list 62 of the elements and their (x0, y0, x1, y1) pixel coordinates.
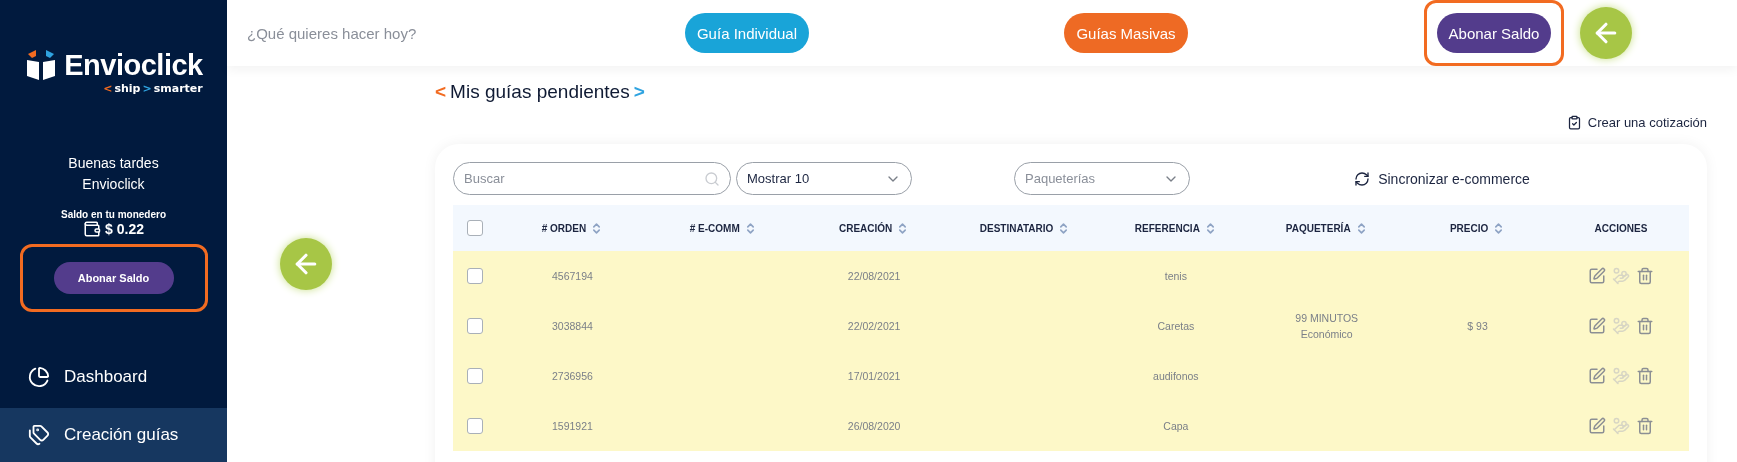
refresh-icon (1354, 170, 1371, 187)
checkbox[interactable] (467, 318, 483, 334)
search-icon (704, 170, 720, 187)
greeting-text: Buenas tardes (68, 154, 159, 173)
table-cell-text: Capa (1162, 419, 1190, 434)
table-cell-text: 99 MINUTOS Económico (1294, 311, 1360, 342)
title-bracket: < (435, 81, 447, 103)
column-header[interactable]: PAQUETERÍA (1251, 221, 1403, 235)
table-cell-text: tenis (1163, 269, 1188, 284)
logo-tagline: > (142, 82, 152, 95)
column-header[interactable]: REFERENCIA (1100, 221, 1252, 235)
title-bracket: > (633, 81, 645, 103)
trash-icon[interactable] (1636, 267, 1654, 285)
table-cell-text: 2736956 (550, 369, 594, 384)
wallet-amount: $ 0.22 (105, 221, 144, 237)
table-cell-text: 3038844 (550, 319, 594, 334)
table-cell-text: 22/02/2021 (846, 319, 902, 334)
nav-label: Creación guías (64, 424, 179, 445)
create-quote-link[interactable]: Crear una cotización (1566, 115, 1707, 130)
logo-tagline: ship (114, 82, 141, 95)
nav-label: Dashboard (64, 366, 148, 387)
table-cell-text: 17/01/2021 (846, 369, 902, 384)
trash-icon[interactable] (1636, 367, 1654, 385)
checkbox[interactable] (467, 268, 483, 284)
edit-icon[interactable] (1588, 367, 1606, 385)
wallet-label: Saldo en tu monedero (61, 209, 166, 220)
column-header[interactable]: # ORDEN (497, 221, 648, 235)
column-header[interactable]: # E-COMM (647, 221, 799, 235)
greeting-text: Envioclick (81, 175, 146, 194)
trash-icon[interactable] (1636, 417, 1654, 435)
logo-tagline: < (103, 82, 113, 95)
checkbox[interactable] (467, 220, 483, 236)
table-cell-text: Caretas (1156, 319, 1196, 334)
logo-tagline: smarter (153, 82, 203, 95)
checkbox[interactable] (467, 368, 483, 384)
nav-item[interactable]: Creación guías (0, 407, 227, 462)
sync-button[interactable]: Sincronizar e-commerce (1348, 169, 1536, 188)
page-title: Mis guías pendientes (450, 81, 630, 103)
top-up-button[interactable]: Abonar Saldo (53, 261, 174, 294)
edit-icon[interactable] (1588, 267, 1606, 285)
logo-wordmark: Envioclick (64, 48, 203, 82)
action-button[interactable]: Abonar Saldo (1436, 13, 1552, 53)
checkbox[interactable] (467, 418, 483, 434)
nav-item[interactable]: Dashboard (0, 345, 227, 408)
table-cell-text: 22/08/2021 (846, 269, 902, 284)
table-cell-text: audifonos (1152, 369, 1200, 384)
column-header: ACCIONES (1593, 222, 1649, 234)
table-cell-text: 1591921 (550, 419, 594, 434)
tags-icon (28, 423, 50, 446)
wallet-icon (83, 220, 102, 238)
column-header[interactable]: CREACIÓN (798, 221, 950, 235)
table-cell-text: 26/08/2020 (846, 419, 902, 434)
column-header[interactable]: DESTINATARIO (949, 221, 1101, 235)
column-header[interactable]: PRECIO (1402, 221, 1553, 235)
clipboard-check-icon (1566, 115, 1582, 130)
pie-chart-icon (28, 365, 50, 388)
table-cell-text: $ 93 (1466, 319, 1489, 334)
trash-icon[interactable] (1636, 317, 1654, 335)
header-prompt: ¿Qué quieres hacer hoy? (247, 24, 417, 42)
edit-icon[interactable] (1588, 317, 1606, 335)
edit-icon[interactable] (1588, 417, 1606, 435)
table-cell-text: 4567194 (550, 269, 594, 284)
